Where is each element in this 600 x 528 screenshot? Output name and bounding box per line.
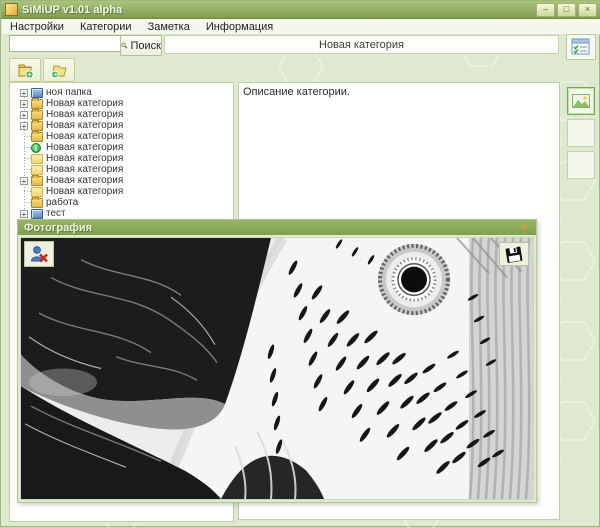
move-folder-button[interactable]: [43, 58, 75, 82]
tree-item-label: Новая категория: [46, 164, 124, 175]
photo-window-title: Фотография: [24, 221, 93, 234]
photo-window-titlebar: Фотография ×: [18, 220, 536, 235]
tree-item-label: Новая категория: [46, 186, 124, 197]
folder-plain-icon: [31, 186, 43, 197]
tree-item-label: Новая категория: [46, 131, 124, 142]
side-button-3[interactable]: [567, 151, 595, 179]
tree-item[interactable]: + Новая категория: [10, 119, 233, 131]
category-list-icon: [571, 38, 590, 55]
category-name-value: Новая категория: [319, 38, 404, 51]
tree-item[interactable]: i Новая категория: [10, 142, 233, 153]
tree-item[interactable]: + Новая категория: [10, 97, 233, 109]
tree-connector: [24, 147, 31, 148]
category-tree: + ноя папка + Новая категория + Новая категор…: [10, 83, 233, 219]
move-folder-icon: [51, 65, 67, 79]
maximize-button[interactable]: □: [557, 2, 576, 17]
tree-connector: [24, 136, 31, 137]
search-button[interactable]: Поиск: [120, 35, 162, 56]
photo-view-button[interactable]: [567, 87, 595, 115]
tree-item-label: Новая категория: [46, 98, 124, 109]
tree-connector: [24, 158, 31, 159]
photo-window: Фотография ×: [17, 219, 537, 503]
expander-icon[interactable]: +: [20, 209, 28, 218]
close-button[interactable]: ×: [578, 2, 597, 17]
tree-connector: [24, 191, 31, 192]
menu-information[interactable]: Информация: [198, 21, 281, 33]
tree-item-label: Новая категория: [46, 175, 124, 186]
folder-icon: [31, 97, 43, 109]
computer-icon: [31, 87, 43, 98]
side-button-2[interactable]: [567, 119, 595, 147]
tree-item-label: Новая категория: [46, 153, 124, 164]
search-button-label: Поиск: [130, 39, 161, 52]
remove-person-icon: [30, 246, 48, 263]
category-name-field[interactable]: Новая категория: [164, 35, 559, 54]
tree-item-label: ноя папка: [46, 87, 92, 98]
search-input[interactable]: [9, 35, 121, 52]
tree-item[interactable]: Новая категория: [10, 153, 233, 164]
menu-note[interactable]: Заметка: [140, 21, 198, 33]
tree-item[interactable]: Новая категория: [10, 130, 233, 142]
parrot-photo: [21, 238, 533, 499]
computer-icon: [31, 208, 43, 219]
app-window: SiMiUP v1.01 alpha – □ × Настройки Катег…: [0, 0, 600, 528]
expander-icon[interactable]: +: [20, 88, 28, 97]
add-folder-button[interactable]: [9, 58, 41, 82]
tree-item-label: Новая категория: [46, 109, 124, 120]
tree-connector: [24, 202, 31, 203]
image-icon: [572, 94, 590, 108]
info-icon: i: [31, 142, 41, 153]
tree-item-label: тест: [46, 208, 66, 219]
tree-item[interactable]: Новая категория: [10, 186, 233, 197]
tree-item[interactable]: + Новая категория: [10, 174, 233, 186]
folder-icon: [31, 119, 43, 131]
save-photo-button[interactable]: [499, 242, 529, 266]
app-icon: [5, 3, 18, 16]
remove-photo-button[interactable]: [24, 241, 54, 267]
tree-connector: [24, 169, 31, 170]
folder-icon: [31, 174, 43, 186]
tree-item-label: работа: [46, 197, 79, 208]
folder-plain-icon: [31, 153, 43, 164]
menu-settings[interactable]: Настройки: [2, 21, 72, 33]
tree-item[interactable]: + Новая категория: [10, 108, 233, 120]
tree-item[interactable]: + ноя папка: [10, 87, 233, 98]
folder-icon: [31, 108, 43, 120]
menu-categories[interactable]: Категории: [72, 21, 140, 33]
save-floppy-icon: [505, 246, 523, 263]
expander-icon[interactable]: +: [20, 99, 28, 108]
window-titlebar: SiMiUP v1.01 alpha – □ ×: [1, 1, 600, 19]
category-list-button[interactable]: [566, 34, 596, 60]
magnifier-icon: [121, 42, 128, 49]
expander-icon[interactable]: +: [20, 176, 28, 185]
tree-item-label: Новая категория: [46, 142, 124, 153]
menu-bar: Настройки Категории Заметка Информация: [2, 19, 600, 35]
parrot-eye: [378, 243, 450, 316]
expander-icon[interactable]: +: [20, 121, 28, 130]
add-folder-icon: [18, 64, 34, 79]
expander-icon[interactable]: +: [20, 110, 28, 119]
description-text: Описание категории.: [243, 86, 350, 98]
minimize-button[interactable]: –: [536, 2, 555, 17]
tree-item[interactable]: Новая категория: [10, 164, 233, 175]
photo-display-area: [20, 237, 534, 500]
tree-item-label: Новая категория: [46, 120, 124, 131]
photo-close-icon[interactable]: ×: [521, 220, 528, 234]
window-title: SiMiUP v1.01 alpha: [22, 3, 123, 16]
folder-icon: [31, 196, 43, 208]
folder-icon: [31, 130, 43, 142]
tree-item[interactable]: + тест: [10, 208, 233, 219]
folder-plain-icon: [31, 164, 43, 175]
tree-item[interactable]: работа: [10, 196, 233, 208]
